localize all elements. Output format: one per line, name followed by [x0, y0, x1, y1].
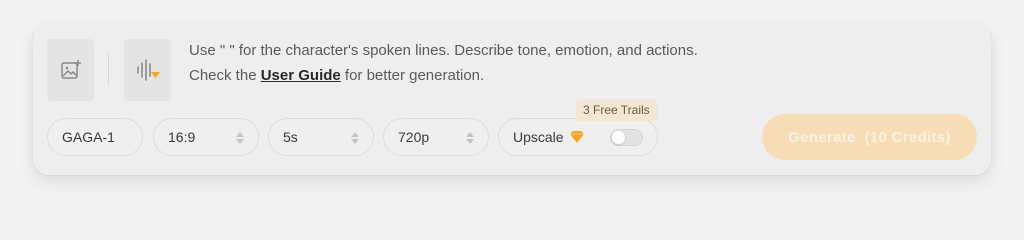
upscale-option[interactable]: Upscale: [498, 118, 658, 156]
hint-line-2-suffix: for better generation.: [340, 67, 485, 84]
add-image-icon: [60, 60, 81, 79]
duration-select[interactable]: 5s: [268, 118, 374, 156]
chevron-updown-icon: [351, 131, 359, 145]
premium-gem-icon: [569, 131, 584, 143]
chevron-updown-icon: [236, 131, 244, 145]
tool-divider: [108, 53, 109, 85]
hint-line-2-prefix: Check the: [189, 67, 261, 84]
audio-waveform-icon: [136, 59, 160, 81]
toggle-knob: [612, 131, 625, 144]
upscale-toggle[interactable]: [610, 129, 643, 146]
resolution-select[interactable]: 720p: [383, 118, 489, 156]
audio-button[interactable]: [124, 39, 171, 101]
upscale-label: Upscale: [513, 129, 564, 145]
free-trials-badge: 3 Free Trails: [576, 99, 657, 121]
model-selector[interactable]: GAGA-1: [47, 118, 143, 156]
generate-button[interactable]: Generate (10 Credits): [762, 114, 977, 160]
upscale-label-group: Upscale: [513, 129, 584, 145]
add-image-button[interactable]: [47, 39, 94, 101]
resolution-value: 720p: [398, 129, 430, 145]
aspect-ratio-value: 16:9: [168, 129, 196, 145]
prompt-card: Use " " for the character's spoken lines…: [33, 24, 991, 175]
hint-line-2: Check the User Guide for better generati…: [189, 63, 698, 88]
hint-line-1: Use " " for the character's spoken lines…: [189, 42, 698, 59]
user-guide-link[interactable]: User Guide: [261, 67, 341, 84]
chevron-updown-icon: [466, 131, 474, 145]
aspect-ratio-select[interactable]: 16:9: [153, 118, 259, 156]
duration-value: 5s: [283, 129, 298, 145]
model-value: GAGA-1: [62, 129, 115, 145]
prompt-hint[interactable]: Use " " for the character's spoken lines…: [189, 38, 698, 88]
